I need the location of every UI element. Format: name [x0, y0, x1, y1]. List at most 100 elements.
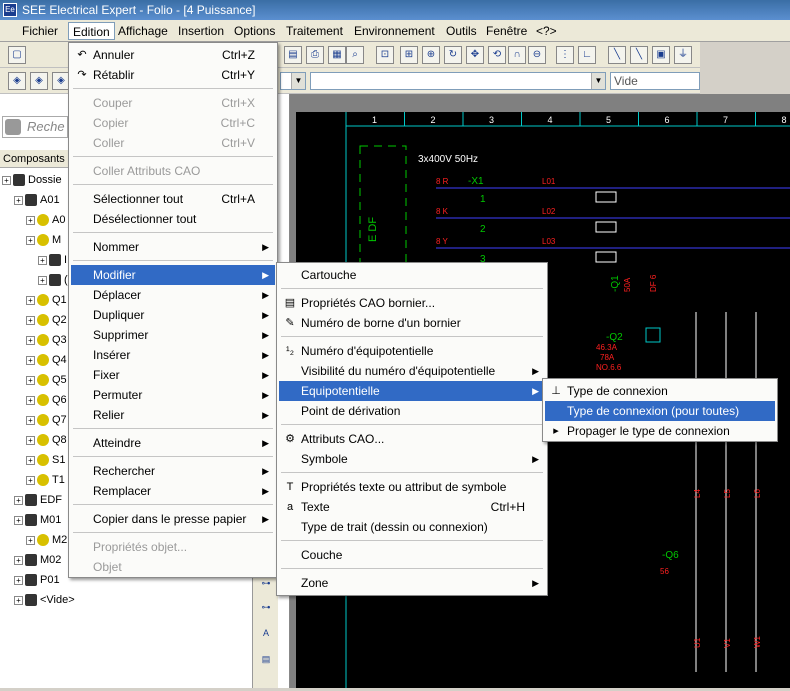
measure-icon[interactable]: ∩: [508, 46, 526, 64]
menu-item-supprimer[interactable]: Supprimer ▶: [71, 325, 275, 345]
tree-node[interactable]: + Q8: [26, 430, 67, 450]
menu-environnement[interactable]: Environnement: [350, 22, 439, 40]
menu-item-cartouche[interactable]: Cartouche: [279, 265, 545, 285]
menu-item-dupliquer[interactable]: Dupliquer ▶: [71, 305, 275, 325]
tree-node[interactable]: + M: [26, 230, 61, 250]
preview-icon[interactable]: ▦: [328, 46, 346, 64]
zoom-in-icon[interactable]: ⊕: [422, 46, 440, 64]
expand-icon[interactable]: +: [14, 195, 23, 205]
tree-node[interactable]: + A0: [26, 210, 65, 230]
menu-edition[interactable]: Edition: [68, 22, 115, 40]
menu-insertion[interactable]: Insertion: [174, 22, 228, 40]
menu-item-inserer[interactable]: Insérer ▶: [71, 345, 275, 365]
zoom-window-icon[interactable]: ⊡: [376, 46, 394, 64]
tree-node[interactable]: + Q6: [26, 390, 67, 410]
attribute-combo[interactable]: ▼: [310, 72, 606, 90]
wire2-icon[interactable]: ╲: [630, 46, 648, 64]
tree-node[interactable]: + Q4: [26, 350, 67, 370]
menu-item-texte[interactable]: a Texte Ctrl+H: [279, 497, 545, 517]
tree-node[interactable]: + Q2: [26, 310, 67, 330]
component-icon[interactable]: ◈: [8, 72, 26, 90]
expand-icon[interactable]: +: [26, 315, 35, 325]
menu-item-annuler[interactable]: ↶ Annuler Ctrl+Z: [71, 45, 275, 65]
menu-item-type-de-trait-dessin-ou-connexion[interactable]: Type de trait (dessin ou connexion): [279, 517, 545, 537]
binoculars-icon[interactable]: ⌕: [346, 46, 364, 64]
menu-traitement[interactable]: Traitement: [282, 22, 347, 40]
tree-node[interactable]: + Dossie: [2, 170, 62, 190]
zoom-out-icon[interactable]: ⊖: [528, 46, 546, 64]
grid-icon[interactable]: ⋮: [556, 46, 574, 64]
print-icon[interactable]: ⎙: [306, 46, 324, 64]
ortho-icon[interactable]: ∟: [578, 46, 596, 64]
menu-item-permuter[interactable]: Permuter ▶: [71, 385, 275, 405]
expand-icon[interactable]: +: [26, 335, 35, 345]
tree-node[interactable]: + P01: [14, 570, 60, 590]
expand-icon[interactable]: +: [26, 535, 35, 545]
expand-icon[interactable]: +: [26, 215, 35, 225]
menu-item-remplacer[interactable]: Remplacer ▶: [71, 481, 275, 501]
menu-item-nommer[interactable]: Nommer ▶: [71, 237, 275, 257]
menu-item-zone[interactable]: Zone ▶: [279, 573, 545, 593]
menu-item-couche[interactable]: Couche: [279, 545, 545, 565]
tree-node[interactable]: + I: [38, 250, 67, 270]
pan-icon[interactable]: ✥: [466, 46, 484, 64]
menu-item-numero-de-borne-d-un-bornier[interactable]: ✎ Numéro de borne d'un bornier: [279, 313, 545, 333]
menu-item-relier[interactable]: Relier ▶: [71, 405, 275, 425]
menu-affichage[interactable]: Affichage: [114, 22, 172, 40]
expand-icon[interactable]: +: [26, 415, 35, 425]
expand-icon[interactable]: +: [26, 235, 35, 245]
menu-item-proprietes-cao-bornier[interactable]: ▤ Propriétés CAO bornier...: [279, 293, 545, 313]
expand-icon[interactable]: +: [14, 495, 23, 505]
tree-node[interactable]: + EDF: [14, 490, 62, 510]
expand-icon[interactable]: +: [26, 395, 35, 405]
refresh-icon[interactable]: ↻: [444, 46, 462, 64]
menu-item-selectionner-tout[interactable]: Sélectionner tout Ctrl+A: [71, 189, 275, 209]
component2-icon[interactable]: ◈: [30, 72, 48, 90]
redraw-icon[interactable]: ⟲: [488, 46, 506, 64]
layer-tool-icon[interactable]: ▤: [257, 650, 275, 668]
symbol-icon[interactable]: ▣: [652, 46, 670, 64]
tree-node[interactable]: + Q3: [26, 330, 67, 350]
tree-node[interactable]: + M02: [14, 550, 61, 570]
menu-item-visibilite-du-numero-d-equipotentielle[interactable]: Visibilité du numéro d'équipotentielle ▶: [279, 361, 545, 381]
menu-item-equipotentielle[interactable]: Equipotentielle ▶: [279, 381, 545, 401]
menu-item-retablir[interactable]: ↷ Rétablir Ctrl+Y: [71, 65, 275, 85]
zoom-all-icon[interactable]: ⊞: [400, 46, 418, 64]
wire-icon[interactable]: ╲: [608, 46, 626, 64]
expand-icon[interactable]: +: [14, 515, 23, 525]
text-tool-icon[interactable]: A: [257, 624, 275, 642]
tree-node[interactable]: + S1: [26, 450, 65, 470]
connect2-icon[interactable]: ⊶: [257, 598, 275, 616]
menu-help[interactable]: <?>: [532, 22, 561, 40]
expand-icon[interactable]: +: [14, 555, 23, 565]
expand-icon[interactable]: +: [26, 295, 35, 305]
tree-node[interactable]: + <Vide>: [14, 590, 75, 610]
tab-composants[interactable]: Composants: [0, 150, 68, 168]
menu-fenetre[interactable]: Fenêtre: [482, 22, 531, 40]
tree-node[interactable]: + Q1: [26, 290, 67, 310]
layer-combo[interactable]: ▼: [280, 72, 306, 90]
menu-item-type-de-connexion-pour-toutes[interactable]: Type de connexion (pour toutes): [545, 401, 775, 421]
gear-icon[interactable]: [5, 119, 21, 135]
menu-item-modifier[interactable]: Modifier ▶: [71, 265, 275, 285]
menu-item-copier-dans-le-presse-papier[interactable]: Copier dans le presse papier ▶: [71, 509, 275, 529]
menu-item-rechercher[interactable]: Rechercher ▶: [71, 461, 275, 481]
menu-item-proprietes-texte-ou-attribut-de-symbole[interactable]: T Propriétés texte ou attribut de symbole: [279, 477, 545, 497]
expand-icon[interactable]: +: [26, 435, 35, 445]
menu-item-type-de-connexion[interactable]: ⊥ Type de connexion: [545, 381, 775, 401]
tree-node[interactable]: + A01: [14, 190, 60, 210]
search-input[interactable]: Reche: [2, 116, 68, 138]
new-icon[interactable]: ▢: [8, 46, 26, 64]
menu-fichier[interactable]: Fichier: [18, 22, 62, 40]
expand-icon[interactable]: +: [14, 595, 23, 605]
ground-icon[interactable]: ⏚: [674, 46, 692, 64]
expand-icon[interactable]: +: [14, 575, 23, 585]
value-combo[interactable]: Vide: [610, 72, 700, 90]
tree-node[interactable]: + M2: [26, 530, 67, 550]
expand-icon[interactable]: +: [38, 255, 47, 265]
menu-item-attributs-cao[interactable]: ⚙ Attributs CAO...: [279, 429, 545, 449]
menu-item-fixer[interactable]: Fixer ▶: [71, 365, 275, 385]
tree-node[interactable]: +(: [38, 270, 68, 290]
save-icon[interactable]: ▤: [284, 46, 302, 64]
menu-options[interactable]: Options: [230, 22, 279, 40]
